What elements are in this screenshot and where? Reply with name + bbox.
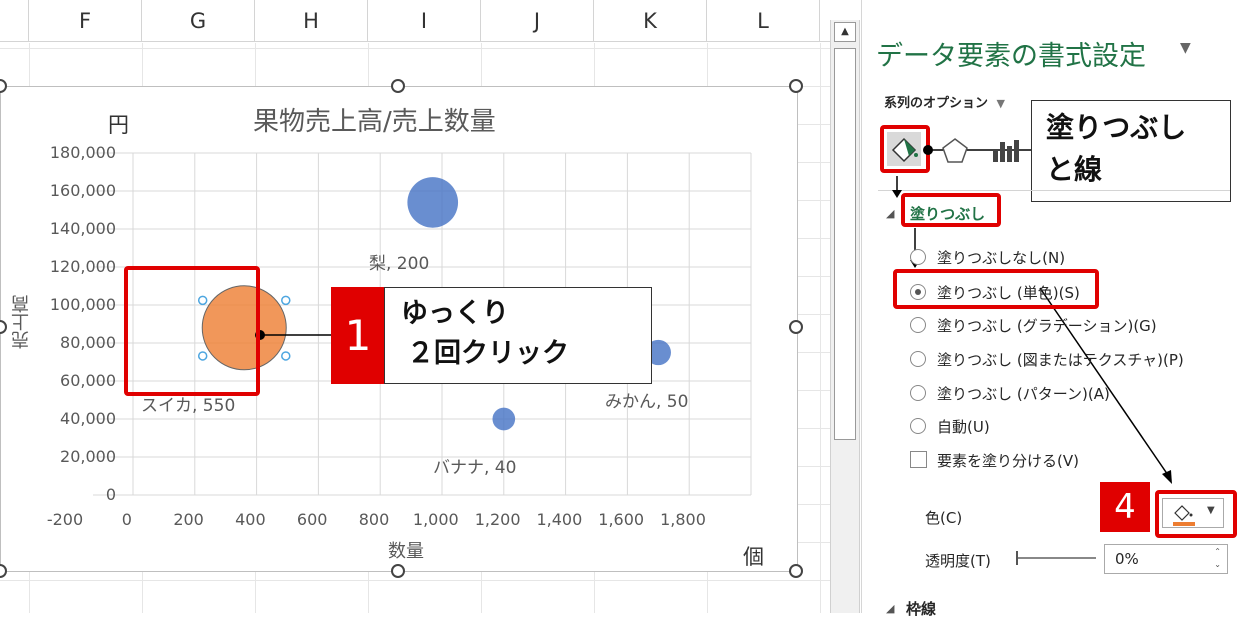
fill-section-highlight bbox=[901, 193, 1001, 227]
selected-point-highlight bbox=[124, 266, 260, 396]
solid-fill-highlight bbox=[893, 269, 1099, 309]
radio-pattern-fill[interactable] bbox=[910, 385, 926, 401]
scrollbar-thumb[interactable] bbox=[834, 48, 856, 440]
border-section-header[interactable]: 枠線 bbox=[906, 598, 936, 619]
border-section-collapse-icon[interactable]: ◢ bbox=[886, 602, 894, 615]
effects-tab[interactable] bbox=[940, 136, 970, 166]
color-label: 色(C) bbox=[925, 509, 963, 527]
fill-line-pointer bbox=[923, 145, 1035, 155]
series-options-chevron-icon: ▼ bbox=[996, 97, 1006, 110]
series-options-dropdown[interactable]: 系列のオプション ▼ bbox=[884, 92, 1005, 111]
step1-line2: ２回クリック bbox=[407, 338, 569, 369]
pane-options-chevron-icon[interactable]: ▼ bbox=[1180, 40, 1191, 56]
fill-line-callout-line1: 塗りつぶし bbox=[1046, 111, 1187, 144]
spin-up-icon[interactable]: ⌃ bbox=[1214, 545, 1221, 558]
bar-chart-icon bbox=[993, 140, 1019, 162]
transparency-input[interactable]: 0% ⌃ ⌄ bbox=[1104, 544, 1228, 574]
radio-automatic[interactable] bbox=[910, 418, 926, 434]
step1-callout: ゆっくり ２回クリック bbox=[384, 287, 652, 384]
spin-down-icon[interactable]: ⌄ bbox=[1214, 558, 1221, 571]
option-pattern-fill[interactable]: 塗りつぶし (パターン)(A) bbox=[937, 383, 1110, 404]
series-options-tab[interactable] bbox=[990, 136, 1020, 166]
transparency-slider-track[interactable] bbox=[1018, 557, 1096, 559]
option-no-fill[interactable]: 塗りつぶしなし(N) bbox=[937, 247, 1065, 268]
radio-no-fill[interactable] bbox=[910, 249, 926, 265]
color-button-highlight bbox=[1155, 490, 1237, 538]
step4-number: 4 bbox=[1100, 482, 1150, 532]
pentagon-icon bbox=[942, 138, 968, 163]
pane-title: データ要素の書式設定 bbox=[876, 41, 1146, 72]
radio-gradient-fill[interactable] bbox=[910, 317, 926, 333]
series-options-label: 系列のオプション bbox=[884, 96, 989, 111]
step1-line1: ゆっくり bbox=[401, 298, 509, 329]
vary-colors-label[interactable]: 要素を塗り分ける(V) bbox=[937, 450, 1079, 471]
fill-section-collapse-icon[interactable]: ◢ bbox=[886, 207, 894, 220]
vary-colors-checkbox[interactable] bbox=[910, 451, 927, 468]
transparency-label: 透明度(T) bbox=[925, 552, 991, 570]
transparency-value: 0% bbox=[1115, 550, 1139, 568]
option-picture-fill[interactable]: 塗りつぶし (図またはテクスチャ)(P) bbox=[937, 349, 1184, 370]
radio-picture-fill[interactable] bbox=[910, 351, 926, 367]
step1-number: 1 bbox=[331, 287, 385, 384]
option-gradient-fill[interactable]: 塗りつぶし (グラデーション)(G) bbox=[937, 315, 1157, 336]
option-automatic[interactable]: 自動(U) bbox=[937, 416, 990, 437]
scroll-up-arrow-icon[interactable]: ▲ bbox=[834, 22, 856, 42]
